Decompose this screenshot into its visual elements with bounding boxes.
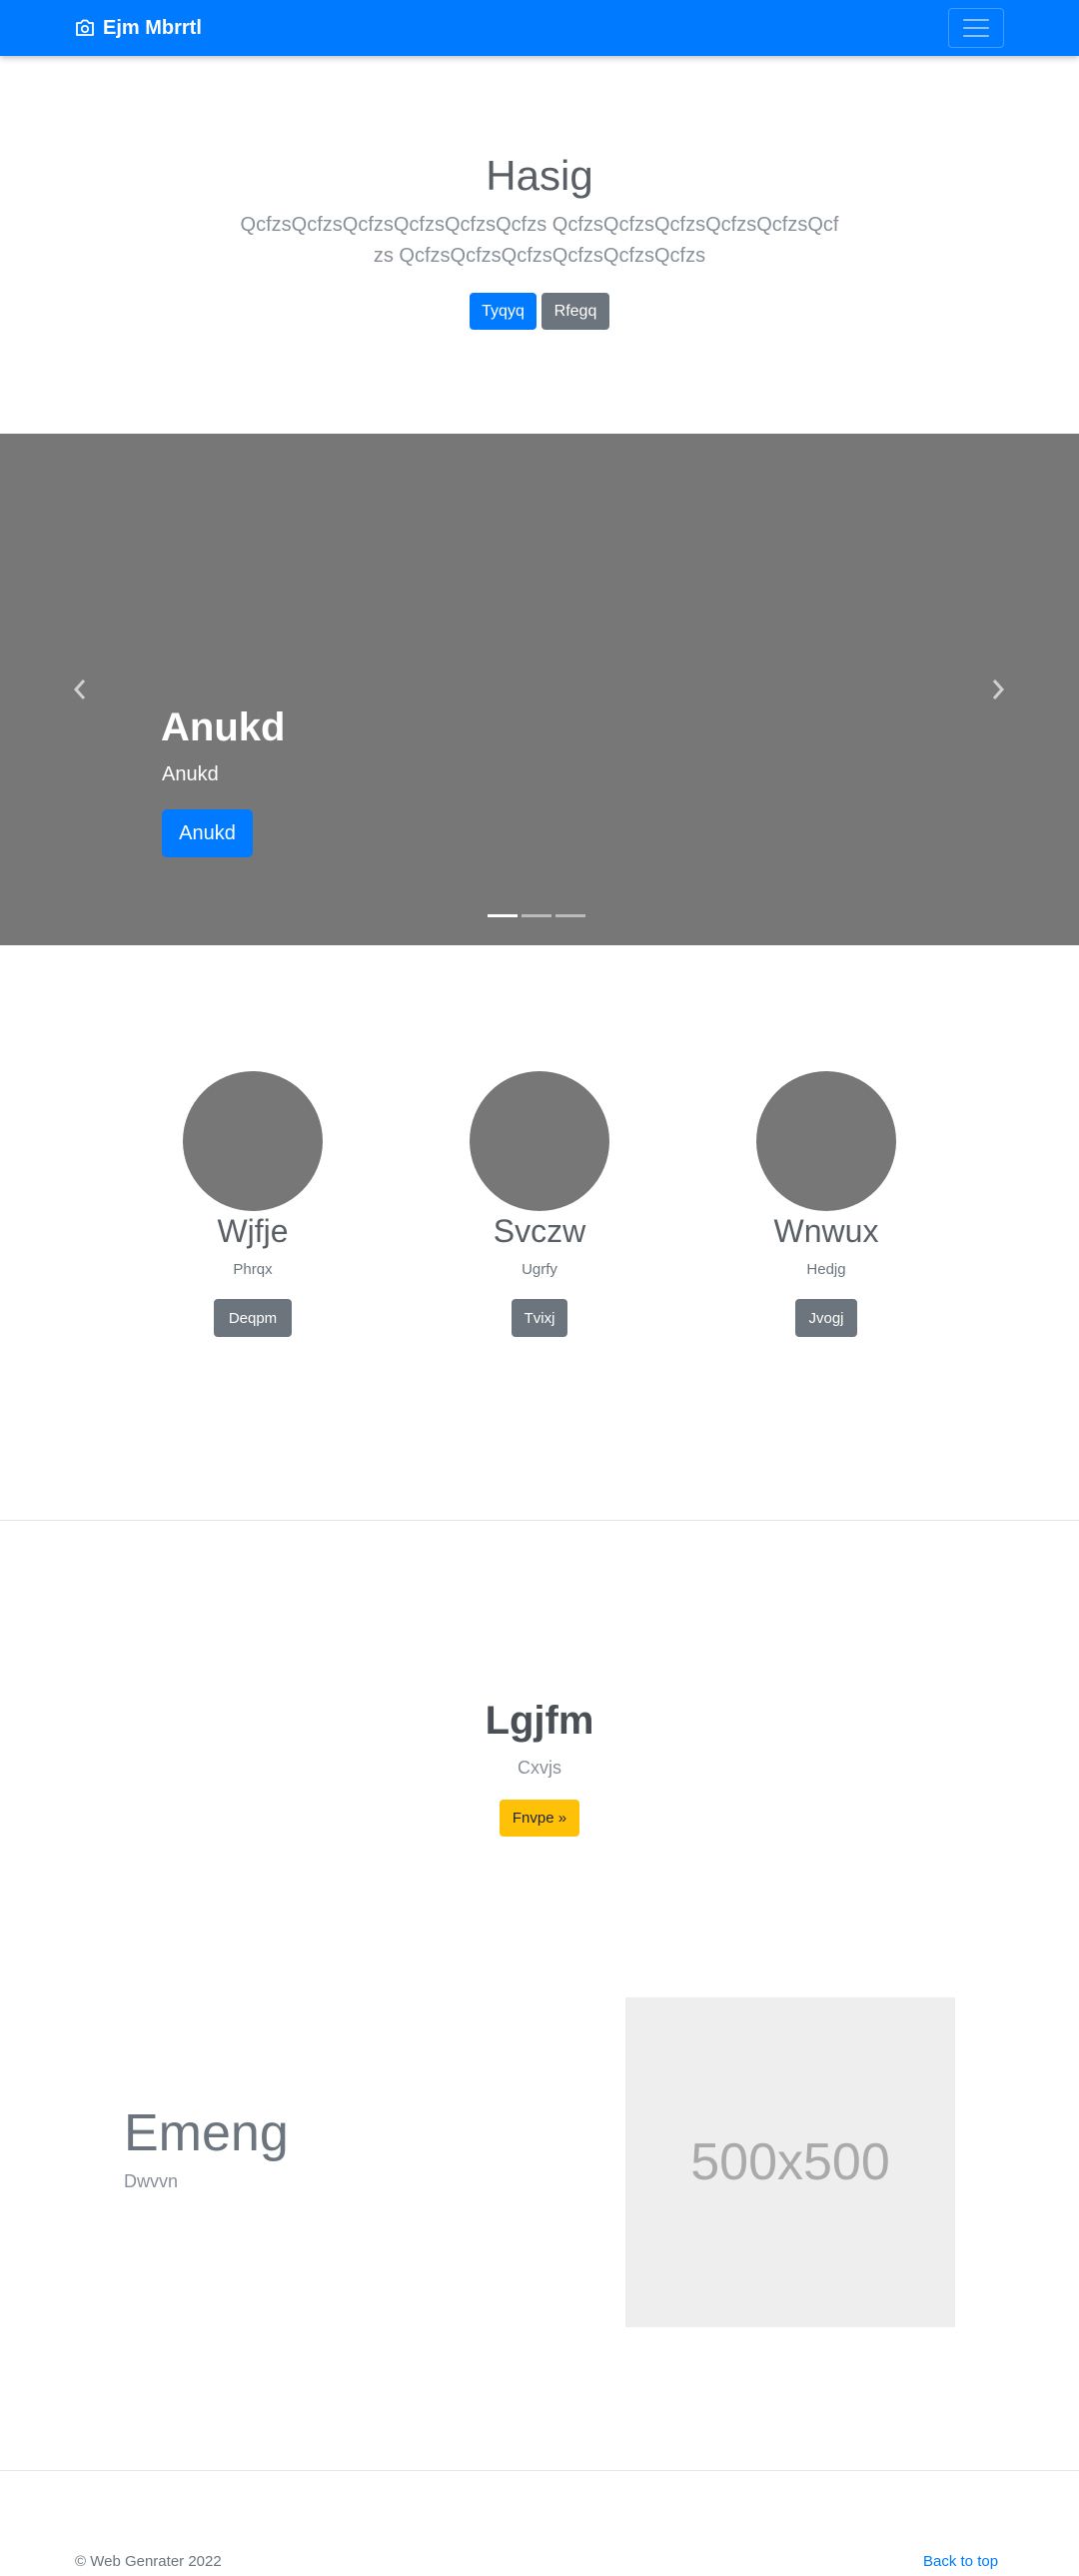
footer-copyright: © Web Genrater 2022 [75,2553,222,2570]
featurette-title: Emeng [124,2104,289,2162]
chevron-left-icon [73,678,87,700]
carousel-caption-button[interactable]: Anukd [162,809,253,857]
feature-subtitle: Ugrfy [522,1261,557,1278]
hero-primary-button[interactable]: Tyqyq [470,293,537,330]
carousel-caption-title: Anukd [161,705,286,749]
feature-image-placeholder [183,1071,323,1211]
cta-subtitle: Cxvjs [518,1758,561,1778]
feature-subtitle: Hedjg [806,1261,846,1278]
cta-title: Lgjfm [485,1699,594,1743]
image-placeholder-label: 500x500 [690,2133,890,2191]
carousel-next-button[interactable] [986,669,1010,709]
hero-lead: QcfzsQcfzsQcfzsQcfzsQcfzsQcfzs QcfzsQcfz… [240,214,839,267]
hamburger-icon [963,19,989,21]
feature-image-placeholder [756,1071,896,1211]
feature-title: Wjfje [217,1213,289,1249]
feature-subtitle: Phrqx [233,1261,273,1278]
featurette-image-placeholder: 500x500 [625,1997,955,2327]
cta-button[interactable]: Fnvpe » [500,1800,579,1837]
carousel: Anukd Anukd Anukd [0,434,1079,945]
navbar-brand[interactable]: Ejm Mbrrtl [75,14,202,42]
chevron-right-icon [991,678,1005,700]
camera-icon [75,19,95,37]
back-to-top-link[interactable]: Back to top [923,2553,998,2570]
hero-title: Hasig [486,152,593,199]
section-divider [0,1520,1079,1521]
feature-title: Svczw [493,1213,586,1249]
carousel-indicator[interactable] [488,914,518,917]
featurette-subtitle: Dwvvn [124,2171,179,2191]
carousel-caption-subtitle: Anukd [162,763,219,785]
brand-label: Ejm Mbrrtl [103,16,202,39]
section-divider [0,2470,1079,2471]
carousel-indicator[interactable] [555,914,585,917]
feature-title: Wnwux [773,1213,879,1249]
feature-button[interactable]: Jvogj [795,1299,857,1337]
carousel-indicator[interactable] [522,914,551,917]
feature-image-placeholder [470,1071,609,1211]
hero-secondary-button[interactable]: Rfegq [541,293,609,330]
carousel-indicators [488,914,585,917]
navbar-toggler-button[interactable] [948,8,1004,48]
feature-button[interactable]: Deqpm [214,1299,292,1337]
carousel-prev-button[interactable] [68,669,92,709]
navbar: Ejm Mbrrtl [0,0,1079,56]
feature-button[interactable]: Tvixj [512,1299,567,1337]
